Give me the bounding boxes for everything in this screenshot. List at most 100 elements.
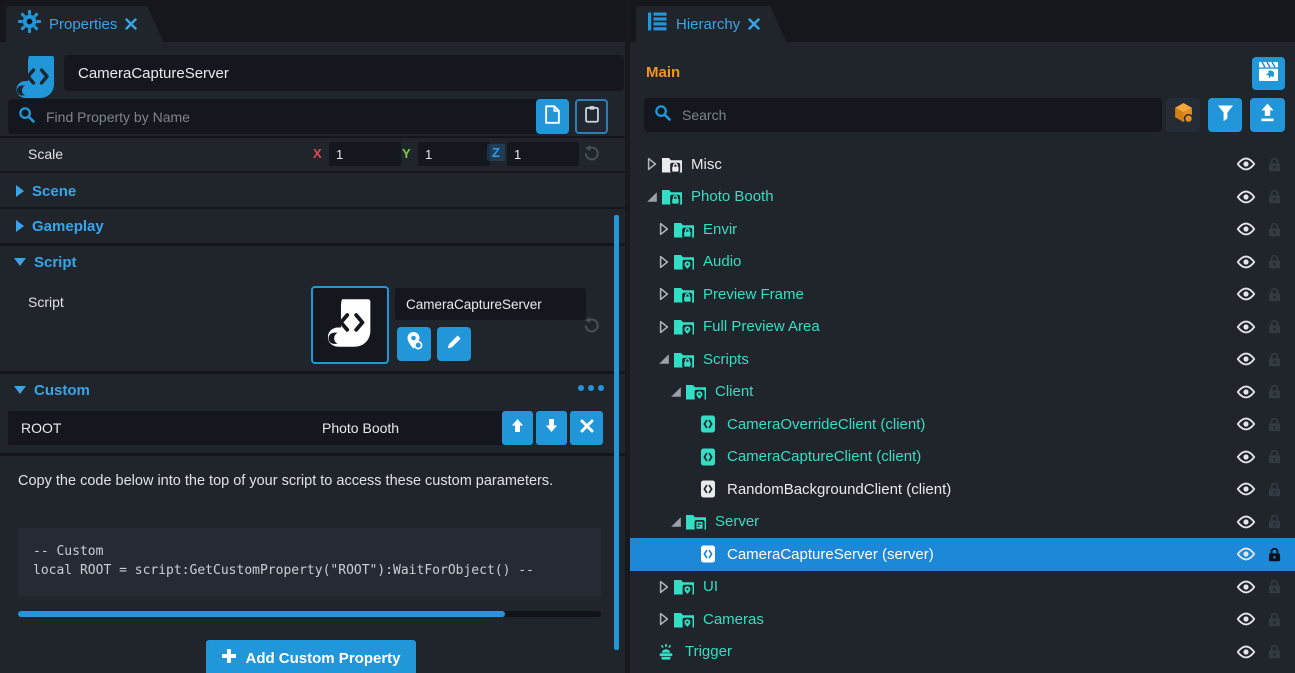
object-name-field[interactable]: CameraCaptureServer	[64, 55, 624, 91]
lock-icon[interactable]	[1268, 417, 1281, 432]
tree-row[interactable]: Client	[630, 376, 1295, 409]
property-search-input[interactable]	[44, 108, 542, 126]
visibility-eye-icon[interactable]	[1236, 482, 1256, 496]
expander-icon[interactable]	[656, 255, 671, 269]
expander-icon[interactable]	[656, 612, 671, 626]
close-icon[interactable]	[748, 18, 760, 30]
lock-icon[interactable]	[1268, 287, 1281, 302]
section-custom[interactable]: Custom	[0, 377, 625, 403]
expander-icon[interactable]	[656, 353, 671, 365]
reset-scale-icon[interactable]	[583, 145, 600, 162]
edit-script-button[interactable]	[437, 327, 471, 361]
visibility-eye-icon[interactable]	[1236, 255, 1256, 269]
visibility-eye-icon[interactable]	[1236, 580, 1256, 594]
properties-panel: Properties CameraCaptureServer Scale X 1…	[0, 0, 625, 673]
section-script[interactable]: Script	[0, 247, 625, 277]
hierarchy-search-input[interactable]	[680, 106, 1152, 124]
find-script-button[interactable]	[397, 327, 431, 361]
move-property-down-button[interactable]	[536, 411, 567, 445]
tree-row[interactable]: CameraCaptureClient (client)	[630, 441, 1295, 474]
lock-icon[interactable]	[1268, 384, 1281, 399]
expander-icon[interactable]	[656, 287, 671, 301]
paste-properties-button[interactable]	[575, 99, 608, 134]
export-button[interactable]	[1250, 98, 1285, 132]
tree-row[interactable]: Envir	[630, 213, 1295, 246]
script-icon	[698, 415, 718, 433]
cube-icon	[1173, 102, 1194, 128]
tree-row[interactable]: Scripts	[630, 343, 1295, 376]
expander-icon[interactable]	[668, 386, 683, 398]
visibility-eye-icon[interactable]	[1236, 547, 1256, 561]
visibility-eye-icon[interactable]	[1236, 287, 1256, 301]
visibility-eye-icon[interactable]	[1236, 190, 1256, 204]
lock-icon[interactable]	[1268, 254, 1281, 269]
visibility-eye-icon[interactable]	[1236, 645, 1256, 659]
tree-row[interactable]: Trigger	[630, 636, 1295, 669]
scale-z-input[interactable]: 1	[507, 142, 579, 166]
tree-row[interactable]: Preview Frame	[630, 278, 1295, 311]
close-icon[interactable]	[125, 18, 137, 30]
move-property-up-button[interactable]	[502, 411, 533, 445]
section-scene[interactable]: Scene	[0, 176, 625, 206]
lock-icon[interactable]	[1268, 189, 1281, 204]
lock-icon[interactable]	[1268, 612, 1281, 627]
lock-icon[interactable]	[1268, 319, 1281, 334]
custom-property-value-field[interactable]: Photo Booth	[311, 411, 509, 445]
reset-script-icon[interactable]	[583, 317, 600, 334]
tree-row[interactable]: Server	[630, 506, 1295, 539]
visibility-eye-icon[interactable]	[1236, 515, 1256, 529]
tree-row[interactable]: Full Preview Area	[630, 311, 1295, 344]
visibility-eye-icon[interactable]	[1236, 612, 1256, 626]
script-asset-name-field[interactable]: CameraCaptureServer	[395, 288, 586, 320]
tree-row[interactable]: CameraCaptureServer (server)	[630, 538, 1295, 571]
lock-icon[interactable]	[1268, 514, 1281, 529]
delete-property-button[interactable]	[570, 411, 603, 445]
visibility-eye-icon[interactable]	[1236, 450, 1256, 464]
tree-row[interactable]: Misc	[630, 148, 1295, 181]
visibility-eye-icon[interactable]	[1236, 352, 1256, 366]
tree-row[interactable]: Photo Booth	[630, 181, 1295, 214]
visibility-eye-icon[interactable]	[1236, 385, 1256, 399]
lock-icon[interactable]	[1268, 547, 1281, 562]
visibility-eye-icon[interactable]	[1236, 417, 1256, 431]
script-icon	[698, 448, 718, 466]
expander-icon[interactable]	[644, 157, 659, 171]
tab-hierarchy[interactable]: Hierarchy	[636, 6, 786, 42]
script-asset-slot[interactable]	[311, 286, 389, 364]
code-snippet[interactable]: -- Custom local ROOT = script:GetCustomP…	[18, 528, 601, 596]
lock-icon[interactable]	[1268, 579, 1281, 594]
assets-filter-button[interactable]	[1166, 98, 1200, 132]
tree-row[interactable]: CameraOverrideClient (client)	[630, 408, 1295, 441]
filter-button[interactable]	[1208, 98, 1242, 132]
properties-vertical-scrollbar[interactable]	[614, 215, 619, 650]
expander-icon[interactable]	[656, 580, 671, 594]
hierarchy-tabstrip: Hierarchy	[630, 0, 1295, 42]
lock-icon[interactable]	[1268, 644, 1281, 659]
expander-icon[interactable]	[668, 516, 683, 528]
expander-icon[interactable]	[656, 222, 671, 236]
expander-icon[interactable]	[656, 320, 671, 334]
copy-properties-button[interactable]	[536, 99, 569, 134]
visibility-eye-icon[interactable]	[1236, 222, 1256, 236]
lock-icon[interactable]	[1268, 449, 1281, 464]
scale-y-input[interactable]: 1	[418, 142, 490, 166]
custom-menu-ellipsis-icon[interactable]	[578, 385, 604, 391]
visibility-eye-icon[interactable]	[1236, 320, 1256, 334]
lock-icon[interactable]	[1268, 222, 1281, 237]
tree-row[interactable]: UI	[630, 571, 1295, 604]
tree-row[interactable]: Audio	[630, 246, 1295, 279]
lock-icon[interactable]	[1268, 352, 1281, 367]
tab-properties[interactable]: Properties	[6, 6, 163, 42]
tree-row[interactable]: Cameras	[630, 603, 1295, 636]
visibility-eye-icon[interactable]	[1236, 157, 1256, 171]
lock-icon[interactable]	[1268, 157, 1281, 172]
scene-settings-button[interactable]	[1252, 57, 1285, 90]
code-horizontal-scrollbar[interactable]	[18, 611, 601, 617]
scale-x-input[interactable]: 1	[329, 142, 401, 166]
lock-icon[interactable]	[1268, 482, 1281, 497]
section-gameplay[interactable]: Gameplay	[0, 211, 625, 241]
expander-icon[interactable]	[644, 191, 659, 203]
add-custom-property-button[interactable]: Add Custom Property	[206, 640, 416, 673]
tree-row[interactable]: RandomBackgroundClient (client)	[630, 473, 1295, 506]
custom-property-name-field[interactable]: ROOT	[8, 411, 315, 445]
